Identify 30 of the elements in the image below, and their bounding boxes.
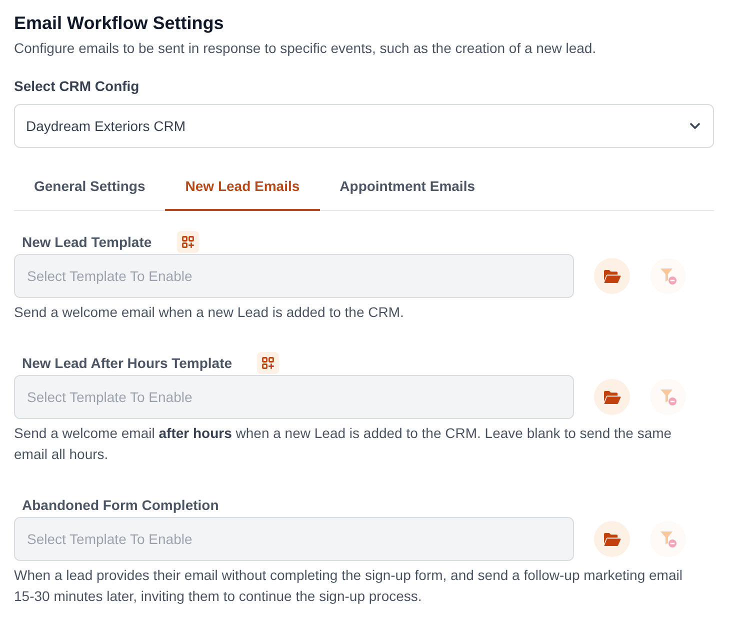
template-help-text: Send a welcome email after hours when a new Lead is added to the CRM. Leave blank to send the same email all hours. (14, 424, 673, 464)
folder-icon (603, 390, 621, 404)
grid-plus-icon (262, 357, 274, 369)
template-label: Abandoned Form Completion (22, 496, 219, 515)
tab[interactable]: Appointment Emails (320, 168, 496, 211)
tab[interactable]: New Lead Emails (165, 168, 320, 211)
filter-minus-icon (660, 530, 676, 548)
open-folder-button[interactable] (594, 521, 630, 557)
template-help-text: Send a welcome email when a new Lead is added to the CRM. (14, 303, 405, 322)
crm-select[interactable]: Daydream Exteriors CRM (14, 104, 714, 148)
template-label: New Lead After Hours Template (22, 354, 232, 373)
page-title: Email Workflow Settings (14, 12, 225, 34)
open-folder-button[interactable] (594, 379, 630, 415)
tab[interactable]: General Settings (14, 168, 166, 211)
folder-icon (603, 268, 621, 284)
page-description: Configure emails to be sent in response to specific events, such as the creation of a new lead. (14, 39, 598, 58)
folder-icon (603, 532, 621, 546)
filter-minus-icon (660, 268, 676, 284)
template-picker-button[interactable] (176, 231, 199, 253)
template-label: New Lead Template (22, 232, 152, 252)
template-picker-button[interactable] (257, 352, 280, 374)
template-field[interactable]: Select Template To Enable (14, 517, 574, 561)
template-field[interactable]: Select Template To Enable (14, 254, 574, 298)
filter-minus-icon (660, 388, 676, 406)
open-folder-button[interactable] (594, 258, 630, 294)
template-field[interactable]: Select Template To Enable (14, 375, 574, 419)
chevron-down-icon (690, 123, 700, 129)
grid-plus-icon (182, 236, 194, 248)
crm-config-label: Select CRM Config (14, 77, 140, 96)
template-help-text: When a lead provides their email without completing the sign-up form, and send a follow-up marketing email 15-30 minutes later, inviting them to continue the sign-up process. (14, 566, 684, 606)
